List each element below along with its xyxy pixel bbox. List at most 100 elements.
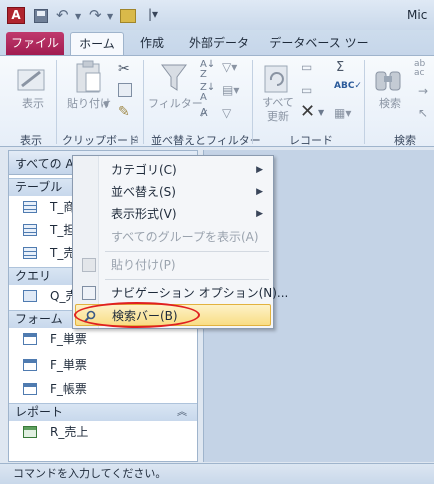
nav-item-label: R_売上 (50, 425, 89, 439)
sort-descending-icon[interactable]: Z↓ A (200, 83, 215, 103)
customize-qat-icon[interactable]: |▾ (148, 7, 158, 21)
table-icon (23, 224, 37, 236)
paste-dropdown-icon[interactable]: ▼ (103, 100, 109, 109)
toggle-filter-icon[interactable]: ▽ (222, 106, 231, 120)
refresh-all-icon[interactable] (262, 62, 292, 94)
search-icon (83, 309, 97, 323)
status-bar: コマンドを入力してください。 (0, 463, 434, 484)
ribbon-tab-row: ファイル ホーム 作成 外部データ データベース ツール (0, 30, 434, 72)
nav-group-label: レポート (15, 405, 64, 419)
menu-item-label: カテゴリ(C) (111, 163, 177, 177)
nav-item-report[interactable]: R_売上 (9, 421, 197, 443)
more-icon[interactable]: ▦▾ (334, 106, 351, 120)
nav-pane-title: すべての Ac (15, 157, 81, 171)
tab-external-data[interactable]: 外部データ (184, 32, 254, 55)
refresh-label-line2: 更新 (267, 110, 289, 123)
wizard-icon[interactable] (120, 9, 136, 23)
form-icon (23, 383, 37, 395)
paste-icon[interactable] (74, 60, 104, 94)
advanced-filter-icon[interactable]: ▤▾ (222, 83, 239, 97)
sort-ascending-icon[interactable]: A↓ Z (200, 60, 215, 80)
delete-dropdown-icon[interactable]: ▼ (318, 108, 324, 117)
report-icon (23, 426, 37, 438)
new-record-icon[interactable]: ▭ (301, 60, 312, 74)
menu-item-label: すべてのグループを表示(A) (111, 230, 259, 244)
menu-item-navigation-options[interactable]: ナビゲーション オプション(N)... (75, 282, 288, 304)
select-icon[interactable]: ↖ (418, 106, 428, 120)
group-divider (252, 60, 253, 144)
paste-icon (82, 258, 96, 272)
tab-database-tools[interactable]: データベース ツール (264, 32, 374, 72)
menu-item-sort[interactable]: 並べ替え(S) ▶ (75, 181, 271, 203)
binoculars-icon[interactable] (374, 64, 404, 94)
collapse-chevron-icon[interactable]: ︽ (177, 404, 187, 421)
format-painter-icon[interactable]: ✎ (118, 104, 130, 120)
copy-icon[interactable] (118, 83, 132, 97)
access-app-icon[interactable]: A (7, 7, 25, 24)
clipboard-launcher-icon[interactable]: ◲ (131, 135, 139, 144)
group-records-label: レコード (289, 134, 333, 147)
table-icon (23, 247, 37, 259)
group-divider (56, 60, 57, 144)
menu-item-paste[interactable]: 貼り付け(P) (75, 254, 271, 276)
redo-dropdown-icon[interactable]: ▼ (107, 12, 113, 21)
table-icon (23, 201, 37, 213)
clear-sort-icon[interactable]: A̷ (200, 106, 208, 119)
selection-filter-icon[interactable]: ▽▾ (222, 60, 237, 74)
title-bar: A ↶ ▼ ↷ ▼ |▾ Mic (0, 0, 434, 30)
totals-icon[interactable]: Σ (336, 60, 344, 75)
menu-separator (105, 279, 269, 280)
nav-item-form[interactable]: F_単票 (9, 354, 197, 376)
query-icon (23, 290, 37, 302)
redo-icon[interactable]: ↷ (89, 6, 102, 24)
nav-group-label: クエリ (15, 269, 52, 283)
submenu-arrow-icon: ▶ (256, 165, 263, 175)
refresh-label-line1: すべて (262, 96, 294, 109)
nav-group-reports[interactable]: レポート ︽ (9, 403, 197, 421)
view-icon[interactable] (16, 62, 48, 94)
submenu-arrow-icon: ▶ (256, 209, 263, 219)
nav-item-label: F_帳票 (50, 382, 87, 396)
nav-group-label: フォーム (15, 312, 63, 326)
group-divider (364, 60, 365, 144)
tab-file[interactable]: ファイル (6, 32, 64, 55)
group-find-label: 検索 (394, 134, 416, 147)
undo-dropdown-icon[interactable]: ▼ (75, 12, 81, 21)
tab-create[interactable]: 作成 (130, 32, 174, 55)
menu-item-show-all-groups[interactable]: すべてのグループを表示(A) (75, 226, 271, 248)
menu-item-label: 表示形式(V) (111, 207, 177, 221)
nav-item-form[interactable]: F_単票 (9, 328, 197, 350)
filter-icon[interactable] (160, 62, 188, 94)
save-icon[interactable] (34, 9, 48, 23)
save-record-icon[interactable]: ▭ (301, 83, 312, 97)
spelling-icon[interactable]: ABC✓ (334, 81, 362, 91)
nav-item-label: F_単票 (50, 358, 87, 372)
menu-item-view-by[interactable]: 表示形式(V) ▶ (75, 203, 271, 225)
group-divider (143, 60, 144, 144)
menu-item-category[interactable]: カテゴリ(C) ▶ (75, 159, 271, 181)
group-clipboard-label: クリップボード (62, 134, 139, 147)
find-button[interactable]: 検索 (372, 97, 408, 111)
form-icon (23, 333, 37, 345)
nav-item-form[interactable]: F_帳票 (9, 378, 197, 400)
ribbon: 表示 表示 貼り付け ▼ ✂ ✎ クリップボード ◲ フィルター A↓ Z Z↓ A… (0, 55, 434, 147)
menu-item-label: 貼り付け(P) (111, 258, 176, 272)
cut-icon[interactable]: ✂ (118, 61, 130, 77)
undo-icon[interactable]: ↶ (56, 6, 69, 24)
filter-button[interactable]: フィルター (148, 97, 203, 111)
context-menu: カテゴリ(C) ▶ 並べ替え(S) ▶ 表示形式(V) ▶ すべてのグループを表… (72, 155, 288, 329)
goto-icon[interactable]: → (418, 84, 428, 98)
menu-item-search-bar[interactable]: 検索バー(B) (75, 304, 271, 326)
menu-separator (105, 251, 269, 252)
view-button[interactable]: 表示 (18, 97, 48, 111)
refresh-all-button[interactable]: すべて 更新 (258, 96, 298, 124)
group-sort-filter-label: 並べ替えとフィルター (151, 134, 261, 147)
tab-home[interactable]: ホーム (70, 32, 124, 55)
menu-item-label: ナビゲーション オプション(N)... (111, 286, 289, 300)
nav-item-label: F_単票 (50, 332, 87, 346)
submenu-arrow-icon: ▶ (256, 187, 263, 197)
group-view-label: 表示 (20, 134, 42, 147)
replace-icon[interactable]: ab ac (414, 60, 425, 78)
nav-group-label: テーブル (15, 180, 63, 194)
delete-record-icon[interactable]: ✕ (300, 101, 315, 122)
